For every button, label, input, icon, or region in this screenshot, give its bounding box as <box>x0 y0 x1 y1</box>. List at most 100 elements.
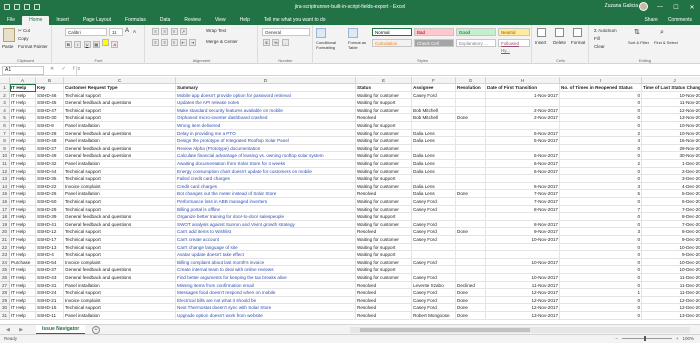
table-cell[interactable] <box>412 243 456 252</box>
row-header[interactable]: 3 <box>0 99 10 107</box>
table-cell[interactable]: Technical support <box>64 251 176 259</box>
table-cell[interactable]: IT Help <box>10 144 36 153</box>
table-cell[interactable] <box>456 198 486 206</box>
undo-icon[interactable] <box>24 4 30 10</box>
table-cell[interactable]: Technical support <box>64 205 176 214</box>
sort-filter-button[interactable]: Sort & Filter <box>628 40 652 45</box>
table-cell[interactable]: 13-Nov-2017 <box>642 114 700 122</box>
table-cell[interactable]: 0 <box>560 144 642 153</box>
table-cell[interactable]: 16-Nov-2017 <box>642 137 700 145</box>
table-cell[interactable] <box>456 220 486 229</box>
table-cell[interactable]: Waiting for customer <box>356 160 412 168</box>
row-header[interactable]: 30 <box>0 304 10 312</box>
table-cell[interactable]: Technical support <box>64 167 176 176</box>
tab-insert[interactable]: Insert <box>49 16 76 25</box>
table-cell[interactable]: SSHD-15 <box>36 304 64 312</box>
number-format-select[interactable]: General <box>262 28 310 36</box>
table-cell[interactable]: Done <box>456 312 486 320</box>
summary-link[interactable]: SWOT analysis against Sunrun and Vivint … <box>176 220 356 229</box>
table-cell[interactable]: SSHD-54 <box>36 258 64 267</box>
table-cell[interactable]: Dalia Lens <box>412 167 456 176</box>
cell-style-2[interactable]: Bad <box>414 28 454 36</box>
percent-button[interactable]: % <box>272 39 280 46</box>
table-cell[interactable]: SSHD-43 <box>36 274 64 282</box>
table-cell[interactable]: 0 <box>560 175 642 183</box>
table-cell[interactable]: 13-Dec-2017 <box>642 312 700 320</box>
table-cell[interactable]: Panel installation <box>64 160 176 168</box>
table-cell[interactable] <box>456 167 486 176</box>
table-cell[interactable]: Casey Ford <box>412 228 456 236</box>
table-cell[interactable]: 0 <box>560 281 642 290</box>
summary-link[interactable]: Calculate financial advantage of leasing… <box>176 152 356 160</box>
summary-link[interactable]: Missing items from confirmation email <box>176 281 356 290</box>
table-cell[interactable] <box>486 243 560 252</box>
table-cell[interactable]: Waiting for support <box>356 243 412 252</box>
column-title[interactable]: Summary <box>176 84 356 92</box>
table-cell[interactable]: 10-Nov-2017 <box>642 92 700 100</box>
table-cell[interactable]: 0 <box>560 213 642 221</box>
table-cell[interactable]: 7-Dec-2017 <box>642 206 700 214</box>
table-cell[interactable]: 0 <box>560 122 642 130</box>
delete-button[interactable]: Delete <box>553 40 566 45</box>
table-cell[interactable]: Casey Ford <box>412 274 456 282</box>
table-cell[interactable]: SSHD-46 <box>36 91 64 100</box>
table-cell[interactable]: 11-Dec-2017 <box>642 289 700 297</box>
table-cell[interactable]: 5 <box>560 190 642 198</box>
zoom-in-button[interactable]: + <box>676 336 679 341</box>
table-cell[interactable]: Resolved <box>356 228 412 236</box>
underline-button[interactable]: U <box>83 41 91 48</box>
table-cell[interactable]: Panel installation <box>64 312 176 320</box>
table-cell[interactable]: General feedback and questions <box>64 144 176 153</box>
table-cell[interactable]: 10-Nov-2017 <box>486 274 560 282</box>
table-cell[interactable]: IT Help <box>10 236 36 244</box>
table-cell[interactable]: Waiting for customer <box>356 274 412 282</box>
table-cell[interactable]: SSHD-17 <box>36 236 64 244</box>
table-cell[interactable]: 11-Nov-2017 <box>642 99 700 107</box>
table-cell[interactable] <box>456 106 486 115</box>
table-cell[interactable]: SSHD-50 <box>36 198 64 206</box>
table-cell[interactable]: Done <box>456 296 486 305</box>
table-cell[interactable]: Waiting for customer <box>356 137 412 145</box>
table-cell[interactable]: Waiting for support <box>356 266 412 274</box>
table-cell[interactable] <box>412 144 456 153</box>
table-cell[interactable]: Invoice complaint <box>64 258 176 267</box>
cell-style-1[interactable]: Normal <box>372 28 412 36</box>
table-cell[interactable]: Waiting for customer <box>356 129 412 138</box>
zoom-slider[interactable] <box>621 336 672 341</box>
table-cell[interactable]: Technical support <box>64 243 176 252</box>
summary-link[interactable]: Next Thermostat doesn't sync with Solar … <box>176 304 356 312</box>
table-cell[interactable]: Bob Mitchell <box>412 106 456 115</box>
table-cell[interactable] <box>456 129 486 138</box>
summary-link[interactable]: Can't change language of site <box>176 243 356 252</box>
table-cell[interactable]: Done <box>456 228 486 236</box>
column-header-e[interactable]: E <box>356 77 412 84</box>
table-cell[interactable]: Casey Ford <box>412 198 456 206</box>
summary-link[interactable]: Can't add items to Wishlist <box>176 228 356 236</box>
table-cell[interactable]: Technical support <box>64 114 176 122</box>
table-cell[interactable]: IT Help <box>10 167 36 176</box>
format-button[interactable]: Format <box>571 40 585 45</box>
cell-style-3[interactable]: Good <box>456 28 496 36</box>
table-cell[interactable]: 10-Nov-2017 <box>486 258 560 267</box>
cell-style-8[interactable]: Followed Hy... <box>498 39 530 53</box>
table-cell[interactable] <box>486 122 560 130</box>
copy-button[interactable]: Copy <box>18 36 29 41</box>
fill-button[interactable]: Fill <box>594 36 600 41</box>
wrap-text-button[interactable]: Wrap Text <box>206 28 226 33</box>
table-cell[interactable]: 0 <box>560 243 642 252</box>
orientation-icon[interactable]: ↗ <box>179 28 187 35</box>
table-cell[interactable]: Casey Ford <box>412 296 456 305</box>
increase-indent-icon[interactable]: ⇥ <box>189 39 197 46</box>
table-cell[interactable]: Technical support <box>64 304 176 312</box>
table-cell[interactable]: General feedback and questions <box>64 220 176 229</box>
table-cell[interactable]: Dalia Lens <box>412 137 456 145</box>
table-cell[interactable]: 0 <box>560 198 642 206</box>
table-cell[interactable]: 9-Nov-2017 <box>486 228 560 236</box>
column-header-c[interactable]: C <box>64 77 176 84</box>
summary-link[interactable]: Find better arguments for keeping the ta… <box>176 274 356 282</box>
font-name-select[interactable]: Calibri <box>65 28 107 36</box>
row-header[interactable]: 28 <box>0 289 10 297</box>
table-cell[interactable]: 12-Dec-2017 <box>642 304 700 312</box>
summary-link[interactable]: Billing portal is offline <box>176 205 356 214</box>
table-cell[interactable] <box>486 175 560 183</box>
